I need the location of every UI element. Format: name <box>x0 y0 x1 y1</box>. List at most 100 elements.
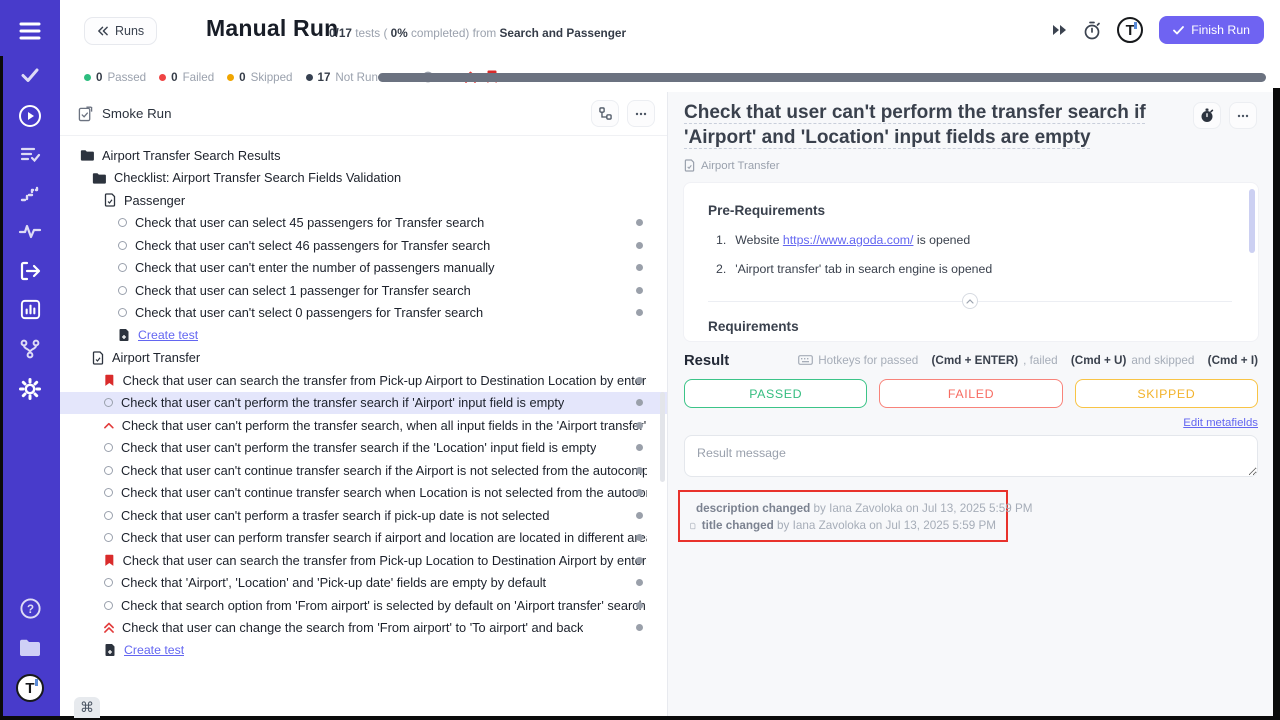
test-timer-button[interactable] <box>1193 102 1221 129</box>
folder-icon <box>80 149 94 161</box>
check-icon[interactable] <box>0 66 60 84</box>
edit-metafields-link[interactable]: Edit metafields <box>1183 417 1258 429</box>
test-tree-panel: Smoke Run Airport Transfer Search Result… <box>60 92 668 716</box>
not-run-status-icon <box>118 263 127 272</box>
test-row[interactable]: Check that user can't select 46 passenge… <box>60 234 667 257</box>
test-title[interactable]: Check that user can't perform the transf… <box>684 100 1204 150</box>
document-icon <box>684 159 695 172</box>
not-run-status-icon <box>104 533 113 542</box>
stat-failed: 0Failed <box>159 71 214 84</box>
test-row[interactable]: Check that user can select 1 passenger f… <box>60 279 667 302</box>
sign-in-icon[interactable] <box>0 259 60 283</box>
activity-icon[interactable] <box>0 222 60 240</box>
test-status-dot <box>636 512 643 519</box>
passed-button[interactable]: PASSED <box>684 379 867 408</box>
test-status-dot <box>636 624 643 631</box>
tree-suite[interactable]: Passenger <box>60 189 667 212</box>
test-row-selected[interactable]: Check that user can't perform the transf… <box>60 392 667 415</box>
card-scrollbar[interactable] <box>1249 189 1255 253</box>
test-row[interactable]: Check that 'Airport', 'Location' and 'Pi… <box>60 572 667 595</box>
not-run-status-icon <box>104 398 113 407</box>
settings-gear-icon[interactable] <box>0 377 60 401</box>
run-subtitle: 0/17 tests ( 0% completed) from Search a… <box>329 26 626 40</box>
agoda-link[interactable]: https://www.agoda.com/ <box>783 233 914 247</box>
tree-view-button[interactable] <box>591 100 619 127</box>
hotkeys-hint: Hotkeys for passed (Cmd + ENTER) , faile… <box>798 354 1258 367</box>
test-suite-breadcrumb: Airport Transfer <box>684 159 1258 172</box>
app-sidebar: ? T <box>0 0 60 720</box>
command-key-button[interactable]: ⌘ <box>74 697 100 718</box>
create-test-row[interactable]: Create test <box>60 639 667 662</box>
window-edge <box>0 56 3 720</box>
test-row[interactable]: Check that user can select 45 passengers… <box>60 212 667 235</box>
tree-suite[interactable]: Airport Transfer <box>60 347 667 370</box>
workspace-t-logo[interactable]: T <box>1117 17 1143 43</box>
requirements-heading: Requirements <box>708 319 1232 334</box>
tree-folder[interactable]: Checklist: Airport Transfer Search Field… <box>60 167 667 190</box>
result-heading: Result <box>684 353 729 369</box>
test-status-dot <box>636 602 643 609</box>
help-icon[interactable]: ? <box>0 597 60 620</box>
report-icon[interactable] <box>0 298 60 321</box>
test-row[interactable]: Check that user can change the search fr… <box>60 617 667 640</box>
tests-count: 0/17 <box>329 26 352 40</box>
test-row[interactable]: Check that user can search the transfer … <box>60 369 667 392</box>
test-status-dot <box>636 557 643 564</box>
chevron-up-icon <box>104 422 114 429</box>
stat-passed: 0Passed <box>84 71 146 84</box>
checklist-icon[interactable] <box>0 144 60 164</box>
double-chevron-up-icon <box>104 622 114 633</box>
test-status-dot <box>636 309 643 316</box>
avatar-t-logo[interactable]: T <box>0 674 60 702</box>
page-title: Manual Run <box>206 15 338 42</box>
suite-name: Airport Transfer <box>701 160 780 172</box>
test-row[interactable]: Check that user can search the transfer … <box>60 549 667 572</box>
skipped-button[interactable]: SKIPPED <box>1075 379 1258 408</box>
test-row[interactable]: Check that user can't perform the transf… <box>60 437 667 460</box>
test-row[interactable]: Check that user can perform transfer sea… <box>60 527 667 550</box>
test-status-dot <box>636 579 643 586</box>
tests-label: tests ( <box>355 26 387 40</box>
test-row[interactable]: Check that search option from 'From airp… <box>60 594 667 617</box>
flag-icon <box>104 554 115 567</box>
result-message-input[interactable] <box>684 435 1258 477</box>
test-row[interactable]: Check that user can't perform the transf… <box>60 414 667 437</box>
projects-folder-icon[interactable] <box>0 637 60 658</box>
test-row[interactable]: Check that user can't continue transfer … <box>60 459 667 482</box>
finish-run-label: Finish Run <box>1191 23 1250 37</box>
tree-folder[interactable]: Airport Transfer Search Results <box>60 144 667 167</box>
menu-icon[interactable] <box>0 20 60 42</box>
failed-button[interactable]: FAILED <box>879 379 1062 408</box>
changelog-entry: description changed by Iana Zavoloka on … <box>690 502 996 515</box>
test-row[interactable]: Check that user can't select 0 passenger… <box>60 302 667 325</box>
test-more-button[interactable] <box>1229 102 1257 129</box>
keyboard-icon <box>798 355 813 365</box>
back-to-runs-button[interactable]: Runs <box>84 17 157 45</box>
not-run-status-icon <box>104 511 113 520</box>
branch-icon[interactable] <box>0 338 60 360</box>
steps-icon[interactable] <box>0 183 60 203</box>
not-run-status-icon <box>118 286 127 295</box>
section-divider <box>708 293 1232 309</box>
test-status-dot <box>636 287 643 294</box>
test-row[interactable]: Check that user can't enter the number o… <box>60 257 667 280</box>
back-label: Runs <box>115 24 144 38</box>
check-icon <box>1173 26 1184 35</box>
test-row[interactable]: Check that user can't perform a trasfer … <box>60 504 667 527</box>
play-circle-icon[interactable] <box>0 104 60 128</box>
create-test-row[interactable]: Create test <box>60 324 667 347</box>
finish-run-button[interactable]: Finish Run <box>1159 16 1264 44</box>
tree-scrollbar[interactable] <box>660 392 665 482</box>
flag-icon <box>104 374 115 387</box>
not-run-status-icon <box>104 488 113 497</box>
test-status-dot <box>636 264 643 271</box>
test-status-dot <box>636 219 643 226</box>
not-run-status-icon <box>104 601 113 610</box>
collapse-toggle-icon[interactable] <box>962 293 978 309</box>
timer-icon[interactable] <box>1083 21 1101 40</box>
not-run-status-icon <box>104 466 113 475</box>
tree-more-button[interactable] <box>627 100 655 127</box>
fast-forward-icon[interactable] <box>1052 24 1067 36</box>
test-status-dot <box>636 242 643 249</box>
test-row[interactable]: Check that user can't continue transfer … <box>60 482 667 505</box>
